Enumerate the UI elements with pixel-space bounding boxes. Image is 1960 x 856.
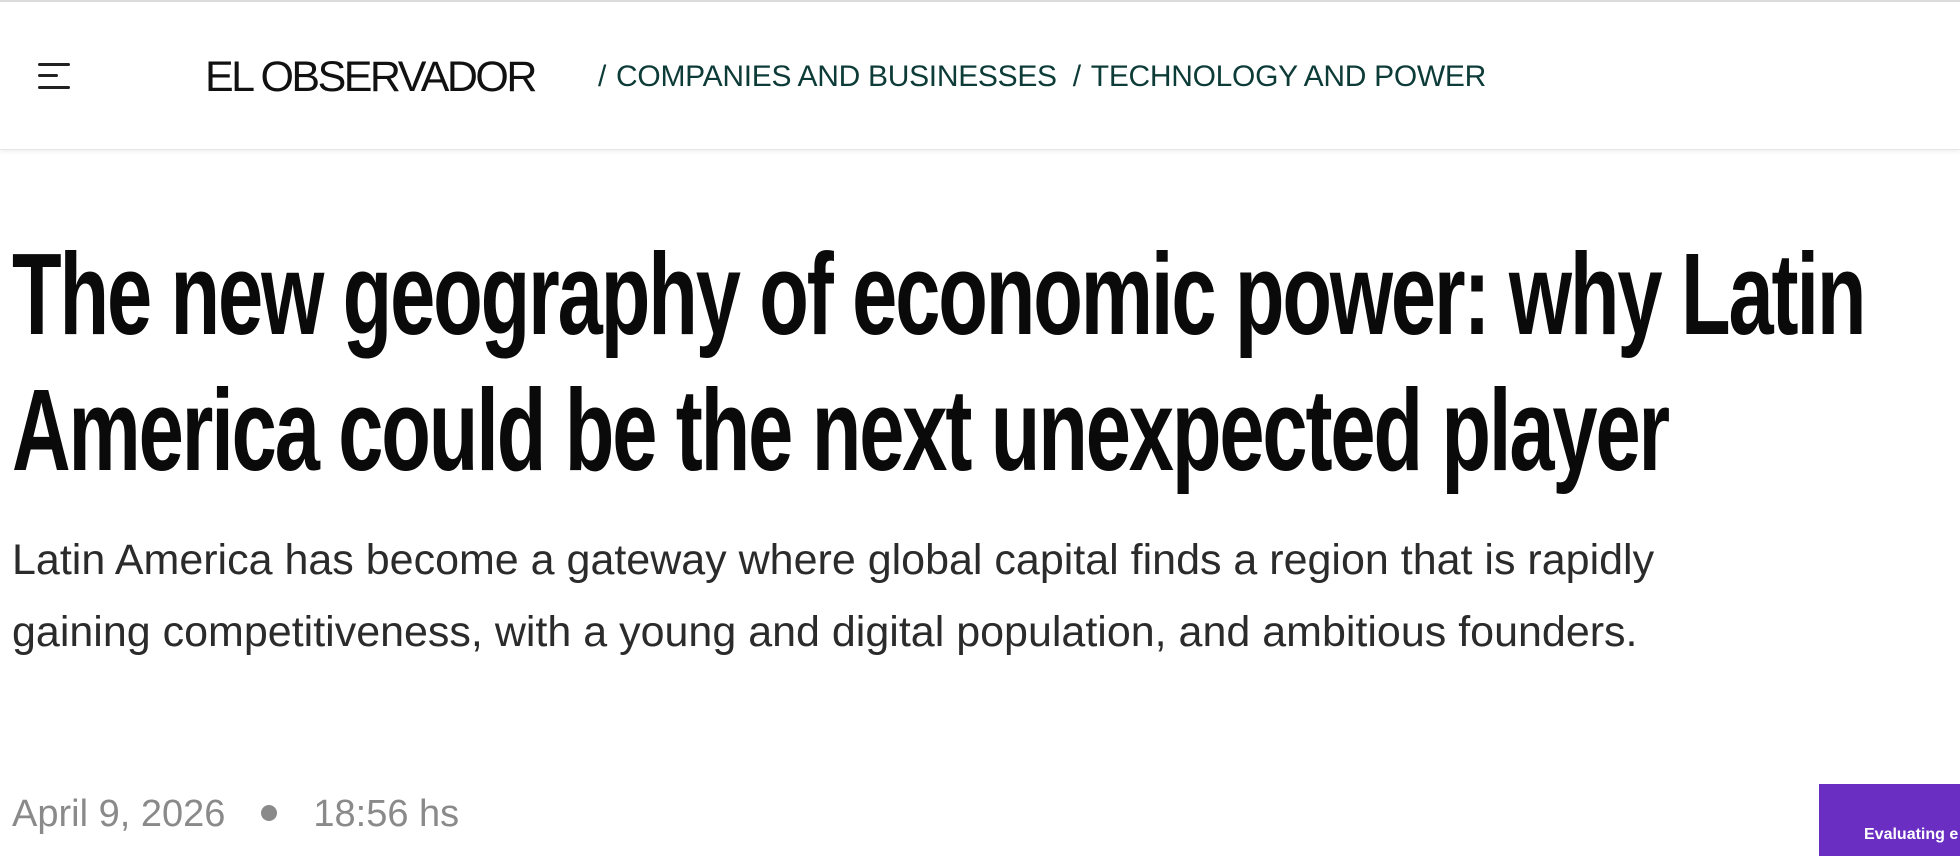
promo-badge[interactable]: Evaluating e <box>1819 784 1960 856</box>
meta-separator-dot <box>261 804 278 821</box>
publish-time: 18:56 hs <box>313 793 460 835</box>
article-meta: April 9, 2026 18:56 hs <box>12 788 459 840</box>
publish-date: April 9, 2026 <box>12 793 226 835</box>
menu-line <box>38 86 70 89</box>
article-subheadline: Latin America has become a gateway where… <box>12 536 1655 656</box>
breadcrumb-separator: / <box>1072 60 1081 93</box>
site-header: EL OBSERVADOR / COMPANIES AND BUSINESSES /… <box>0 2 1960 150</box>
hamburger-menu-icon[interactable] <box>34 56 78 96</box>
article-page: EL OBSERVADOR / COMPANIES AND BUSINESSES /… <box>0 0 1960 856</box>
breadcrumb: / COMPANIES AND BUSINESSES / TECHNOLOGY AND… <box>598 57 1502 97</box>
breadcrumb-separator: / <box>598 60 607 93</box>
breadcrumb-item-companies-and-businesses[interactable]: COMPANIES AND BUSINESSES <box>616 60 1057 93</box>
menu-line <box>38 74 58 77</box>
promo-label: Evaluating e <box>1864 826 1959 843</box>
menu-line <box>38 63 70 66</box>
breadcrumb-item-technology-and-power[interactable]: TECHNOLOGY AND POWER <box>1091 60 1486 93</box>
article-headline: The new geography of economic power: why… <box>12 229 1867 495</box>
site-logo[interactable]: EL OBSERVADOR <box>205 52 537 102</box>
